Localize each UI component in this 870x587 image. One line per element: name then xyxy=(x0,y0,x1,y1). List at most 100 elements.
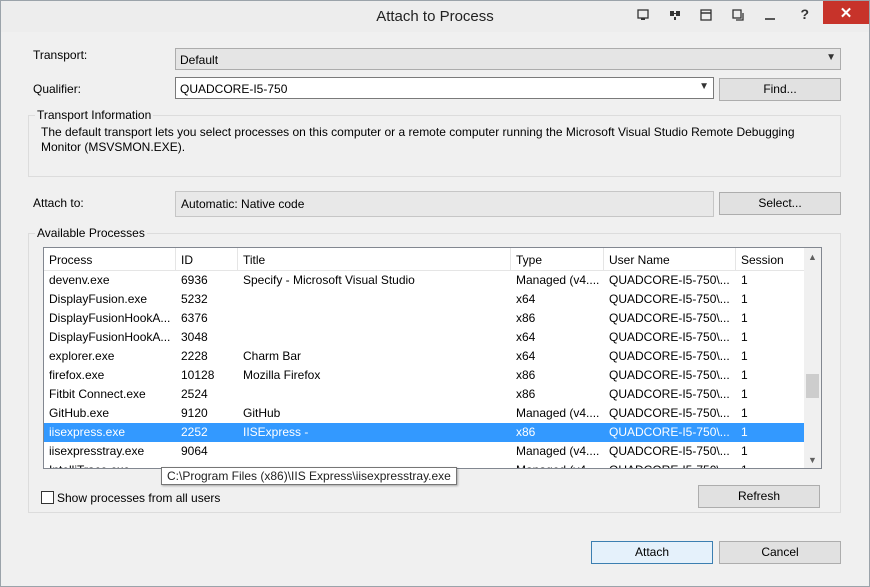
chevron-down-icon: ▼ xyxy=(826,52,836,63)
transport-info-text-line1: The default transport lets you select pr… xyxy=(41,125,795,139)
column-type[interactable]: Type xyxy=(511,248,604,270)
available-processes-title: Available Processes xyxy=(35,226,147,240)
cell-title: Specify - Microsoft Visual Studio xyxy=(243,273,415,287)
cell-title xyxy=(238,328,511,347)
cell-title xyxy=(238,385,511,404)
process-path-tooltip: C:\Program Files (x86)\IIS Express\iisex… xyxy=(161,467,457,485)
process-row[interactable]: devenv.exe 6936 Specify - Microsoft Visual… xyxy=(44,271,804,290)
attach-to-process-dialog: ? ✕ Attach to Process Transport: Default… xyxy=(0,0,870,587)
cell-process: iisexpress.exe xyxy=(49,425,126,439)
chevron-down-icon[interactable]: ▼ xyxy=(699,81,709,92)
process-list[interactable]: Process ID Title Type User Name Session … xyxy=(43,247,822,469)
column-user-name[interactable]: User Name xyxy=(604,248,736,270)
process-row[interactable]: DisplayFusion.exe 5232 x64 QUADCORE-I5-750\… xyxy=(44,290,804,309)
process-row[interactable]: explorer.exe 2228 Charm Bar x64 QUADCORE-I5-… xyxy=(44,347,804,366)
cell-title xyxy=(238,442,511,461)
cell-process: DisplayFusionHookA... xyxy=(49,311,171,325)
column-process[interactable]: Process xyxy=(44,248,176,270)
transport-info-text-line2: Monitor (MSVSMON.EXE). xyxy=(41,140,186,154)
cell-user: QUADCORE-I5-750\... xyxy=(609,349,730,363)
find-button[interactable]: Find... xyxy=(719,78,841,101)
cell-process: iisexpresstray.exe xyxy=(49,444,145,458)
title-bar[interactable]: ? ✕ Attach to Process xyxy=(1,1,869,32)
cell-user: QUADCORE-I5-750\... xyxy=(604,461,736,468)
attach-button[interactable]: Attach xyxy=(591,541,713,564)
cell-process: devenv.exe xyxy=(49,273,110,287)
scrollbar-thumb[interactable] xyxy=(806,374,819,398)
cell-session: 1 xyxy=(741,292,748,306)
cell-process: DisplayFusion.exe xyxy=(49,292,148,306)
cell-process: GitHub.exe xyxy=(49,406,110,420)
cell-process: firefox.exe xyxy=(49,368,105,382)
scroll-down-icon[interactable]: ▼ xyxy=(804,451,821,468)
cell-session: 1 xyxy=(736,461,804,468)
process-row[interactable]: Fitbit Connect.exe 2524 x86 QUADCORE-I5-750… xyxy=(44,385,804,404)
cell-session: 1 xyxy=(741,368,748,382)
select-button[interactable]: Select... xyxy=(719,192,841,215)
refresh-button[interactable]: Refresh xyxy=(698,485,820,508)
dialog-title: Attach to Process xyxy=(376,8,494,25)
cell-type: x86 xyxy=(516,387,536,401)
cell-id: 2252 xyxy=(181,425,208,439)
column-title[interactable]: Title xyxy=(238,248,511,270)
cell-user: QUADCORE-I5-750\... xyxy=(609,273,730,287)
cell-session: 1 xyxy=(741,406,748,420)
cell-type: x86 xyxy=(516,311,536,325)
cell-session: 1 xyxy=(741,387,748,401)
cell-title: GitHub xyxy=(243,406,281,420)
process-row[interactable]: iisexpress.exe 2252 IISExpress - x86 QUADCOR… xyxy=(44,423,804,442)
scroll-up-icon[interactable]: ▲ xyxy=(804,248,821,265)
cell-session: 1 xyxy=(741,311,748,325)
transport-value: Default xyxy=(180,53,219,67)
cell-user: QUADCORE-I5-750\... xyxy=(609,387,730,401)
cancel-button[interactable]: Cancel xyxy=(719,541,841,564)
transport-label: Transport: xyxy=(33,48,88,62)
show-all-users-label[interactable]: Show processes from all users xyxy=(57,491,220,505)
cell-user: QUADCORE-I5-750\... xyxy=(609,330,730,344)
attach-to-label: Attach to: xyxy=(33,196,84,210)
attach-to-value: Automatic: Native code xyxy=(181,197,305,211)
cell-session: 1 xyxy=(741,425,748,439)
cell-user: QUADCORE-I5-750\... xyxy=(609,368,730,382)
cell-id: 6376 xyxy=(181,311,208,325)
cell-id: 9064 xyxy=(181,444,208,458)
cell-id: 2524 xyxy=(181,387,208,401)
cell-session: 1 xyxy=(741,273,748,287)
cell-id: 2228 xyxy=(181,349,208,363)
process-list-header: Process ID Title Type User Name Session xyxy=(44,248,804,271)
qualifier-value: QUADCORE-I5-750 xyxy=(180,82,288,96)
cell-id: 3048 xyxy=(181,330,208,344)
cell-type: Managed (v4.... xyxy=(516,444,600,458)
process-row[interactable]: DisplayFusionHookA... 6376 x86 QUADCORE-I5-… xyxy=(44,309,804,328)
cell-type: x64 xyxy=(516,330,536,344)
process-row[interactable]: firefox.exe 10128 Mozilla Firefox x86 QUADCO… xyxy=(44,366,804,385)
process-row[interactable]: DisplayFusionHookA... 3048 x64 QUADCORE-I5-… xyxy=(44,328,804,347)
cell-type: x64 xyxy=(516,292,536,306)
attach-to-field: Automatic: Native code xyxy=(175,191,714,217)
cell-id: 5232 xyxy=(181,292,208,306)
qualifier-label: Qualifier: xyxy=(33,82,82,96)
cell-type: x86 xyxy=(516,425,536,439)
column-id[interactable]: ID xyxy=(176,248,238,270)
transport-select[interactable]: Default ▼ xyxy=(175,48,841,70)
cell-title xyxy=(238,290,511,309)
process-row[interactable]: GitHub.exe 9120 GitHub Managed (v4.... QUADC… xyxy=(44,404,804,423)
qualifier-combobox[interactable]: QUADCORE-I5-750 ▼ xyxy=(175,77,714,99)
cell-type: Managed (v4.... xyxy=(516,273,600,287)
column-session[interactable]: Session xyxy=(736,248,804,270)
show-all-users-checkbox[interactable] xyxy=(41,491,54,504)
cell-id: 10128 xyxy=(181,368,215,382)
cell-process: IntelliTrace.exe xyxy=(44,461,176,468)
cell-title: Charm Bar xyxy=(243,349,302,363)
cell-user: QUADCORE-I5-750\... xyxy=(609,311,730,325)
cell-session: 1 xyxy=(741,349,748,363)
process-row[interactable]: iisexpresstray.exe 9064 Managed (v4.... QUA… xyxy=(44,442,804,461)
process-list-scrollbar[interactable]: ▲ ▼ xyxy=(804,248,821,468)
cell-title xyxy=(238,309,511,328)
cell-title: Mozilla Firefox xyxy=(243,368,321,382)
cell-type: x86 xyxy=(516,368,536,382)
cell-type: Managed (v4.... xyxy=(511,461,604,468)
cell-process: Fitbit Connect.exe xyxy=(49,387,146,401)
cell-title: IISExpress - xyxy=(243,425,309,439)
cell-type: Managed (v4.... xyxy=(516,406,600,420)
